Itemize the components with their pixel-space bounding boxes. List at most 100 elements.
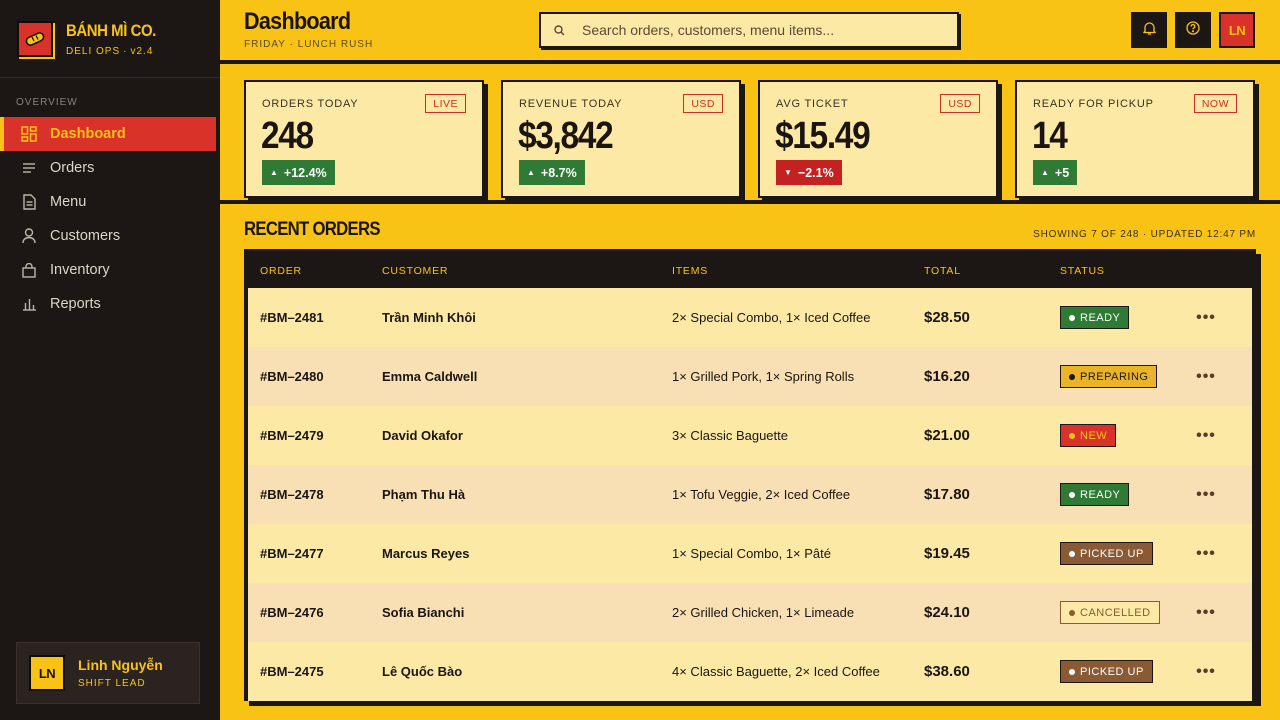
- status-label: NEW: [1080, 429, 1108, 442]
- table-row[interactable]: #BM–2477 Marcus Reyes 1× Special Combo, 1×…: [248, 524, 1252, 583]
- kpi-value: $3,842: [518, 115, 614, 157]
- order-id[interactable]: #BM–2476: [248, 605, 382, 620]
- order-id[interactable]: #BM–2480: [248, 369, 382, 384]
- user-avatar: LN: [29, 655, 65, 691]
- customer-name: Lê Quốc Bào: [382, 664, 463, 679]
- profile-avatar-button[interactable]: LN: [1219, 12, 1255, 48]
- arrow-down-icon: ▼: [784, 168, 792, 177]
- status-dot-icon: [1069, 314, 1075, 321]
- column-header-customer[interactable]: CUSTOMER: [382, 265, 672, 277]
- app-name: DELI OPS: [66, 45, 121, 57]
- status-dot-icon: [1069, 550, 1075, 557]
- sidebar-item-label: Reports: [50, 296, 101, 312]
- table-row[interactable]: #BM–2479 David Okafor 3× Classic Baguette $…: [248, 406, 1252, 465]
- kpi-tag: LIVE: [425, 94, 466, 113]
- table-row[interactable]: #BM–2481 Trần Minh Khôi 2× Special Combo, …: [248, 288, 1252, 347]
- kpi-delta: ▲ +12.4%: [262, 160, 335, 185]
- column-header-total[interactable]: TOTAL: [924, 265, 1060, 277]
- sidebar-item-orders[interactable]: Orders: [0, 151, 220, 185]
- arrow-up-icon: ▲: [1041, 168, 1049, 177]
- search-icon: [541, 24, 577, 36]
- status-label: PICKED UP: [1080, 665, 1144, 678]
- kpi-label: AVG TICKET: [776, 98, 849, 110]
- order-id[interactable]: #BM–2477: [248, 546, 382, 561]
- kpi-card-avg-ticket[interactable]: AVG TICKET USD $15.49 ▼ −2.1%: [758, 80, 998, 198]
- column-header-order[interactable]: ORDER: [248, 265, 382, 277]
- order-id[interactable]: #BM–2478: [248, 487, 382, 502]
- more-actions-icon[interactable]: •••: [1196, 545, 1216, 563]
- baguette-logo-icon[interactable]: [17, 20, 53, 57]
- column-header-items[interactable]: ITEMS: [672, 265, 924, 277]
- status-label: PICKED UP: [1080, 547, 1144, 560]
- customer-name: Emma Caldwell: [382, 369, 478, 384]
- status-label: READY: [1080, 488, 1121, 501]
- kpi-label: ORDERS TODAY: [262, 98, 359, 110]
- search-bar[interactable]: [539, 12, 959, 48]
- order-total: $28.50: [924, 309, 970, 326]
- more-actions-icon[interactable]: •••: [1196, 486, 1216, 504]
- kpi-label: REVENUE TODAY: [519, 98, 623, 110]
- kpi-card-orders[interactable]: ORDERS TODAY LIVE 248 ▲ +12.4%: [244, 80, 484, 198]
- table-row[interactable]: #BM–2476 Sofia Bianchi 2× Grilled Chicken,…: [248, 583, 1252, 642]
- kpi-value: $15.49: [775, 115, 871, 157]
- status-label: CANCELLED: [1080, 606, 1151, 619]
- more-actions-icon[interactable]: •••: [1196, 368, 1216, 386]
- order-id[interactable]: #BM–2475: [248, 664, 382, 679]
- sidebar-item-label: Inventory: [50, 262, 110, 278]
- kpi-strip: ORDERS TODAY LIVE 248 ▲ +12.4% REVENUE TO…: [220, 64, 1280, 204]
- table-row[interactable]: #BM–2480 Emma Caldwell 1× Grilled Pork, 1×…: [248, 347, 1252, 406]
- bag-icon: [20, 261, 38, 279]
- order-items: 3× Classic Baguette: [672, 428, 788, 443]
- brand: BÁNH MÌ CO. DELI OPS · v2.4: [0, 0, 220, 78]
- status-dot-icon: [1069, 432, 1075, 439]
- kpi-label: READY FOR PICKUP: [1033, 98, 1154, 110]
- table-row[interactable]: #BM–2478 Phạm Thu Hà 1× Tofu Veggie, 2× Ic…: [248, 465, 1252, 524]
- status-badge: CANCELLED: [1060, 601, 1160, 624]
- user-name: Linh Nguyễn: [78, 657, 163, 673]
- kpi-tag: USD: [940, 94, 980, 113]
- arrow-up-icon: ▲: [270, 168, 278, 177]
- sidebar-item-customers[interactable]: Customers: [0, 219, 220, 253]
- top-header: Dashboard FRIDAY · LUNCH RUSH LN: [220, 0, 1280, 64]
- status-badge: PREPARING: [1060, 365, 1158, 388]
- document-icon: [20, 193, 38, 211]
- sidebar-item-inventory[interactable]: Inventory: [0, 253, 220, 287]
- sidebar-item-reports[interactable]: Reports: [0, 287, 220, 321]
- notifications-button[interactable]: [1131, 12, 1167, 48]
- status-badge: PICKED UP: [1060, 542, 1153, 565]
- help-button[interactable]: [1175, 12, 1211, 48]
- more-actions-icon[interactable]: •••: [1196, 309, 1216, 327]
- sidebar-item-label: Orders: [50, 160, 95, 176]
- more-actions-icon[interactable]: •••: [1196, 604, 1216, 622]
- more-actions-icon[interactable]: •••: [1196, 663, 1216, 681]
- order-id[interactable]: #BM–2479: [248, 428, 382, 443]
- order-items: 1× Grilled Pork, 1× Spring Rolls: [672, 369, 855, 384]
- sidebar-nav: Dashboard Orders Menu Customers Inventor…: [0, 117, 220, 321]
- sidebar-item-dashboard[interactable]: Dashboard: [0, 117, 216, 151]
- orders-table: ORDER CUSTOMER ITEMS TOTAL STATUS #BM–24…: [244, 249, 1256, 701]
- kpi-tag: NOW: [1193, 94, 1237, 113]
- sidebar-item-menu[interactable]: Menu: [0, 185, 220, 219]
- order-id[interactable]: #BM–2481: [248, 310, 382, 325]
- kpi-tag: USD: [683, 94, 723, 113]
- user-card[interactable]: LN Linh Nguyễn SHIFT LEAD: [16, 642, 200, 704]
- order-total: $19.45: [924, 545, 970, 562]
- kpi-delta: ▲ +8.7%: [519, 160, 585, 185]
- user-icon: [20, 227, 38, 245]
- more-actions-icon[interactable]: •••: [1196, 427, 1216, 445]
- search-input[interactable]: [582, 22, 957, 38]
- kpi-card-revenue[interactable]: REVENUE TODAY USD $3,842 ▲ +8.7%: [501, 80, 741, 198]
- sidebar: BÁNH MÌ CO. DELI OPS · v2.4 OVERVIEW Dashb…: [0, 0, 220, 720]
- customer-name: Trần Minh Khôi: [382, 310, 476, 325]
- day-label: FRIDAY: [244, 39, 286, 50]
- kpi-card-ready[interactable]: READY FOR PICKUP NOW 14 ▲ +5: [1015, 80, 1255, 198]
- column-header-status[interactable]: STATUS: [1060, 265, 1186, 277]
- table-row[interactable]: #BM–2475 Lê Quốc Bào 4× Classic Baguette, …: [248, 642, 1252, 701]
- order-items: 1× Special Combo, 1× Pâté: [672, 546, 831, 561]
- order-items: 2× Grilled Chicken, 1× Limeade: [672, 605, 855, 620]
- kpi-delta-value: +12.4%: [283, 165, 327, 180]
- brand-subtitle: DELI OPS · v2.4: [66, 45, 154, 57]
- status-dot-icon: [1069, 609, 1075, 616]
- sidebar-item-label: Dashboard: [50, 126, 126, 142]
- shift-label: LUNCH RUSH: [297, 39, 374, 50]
